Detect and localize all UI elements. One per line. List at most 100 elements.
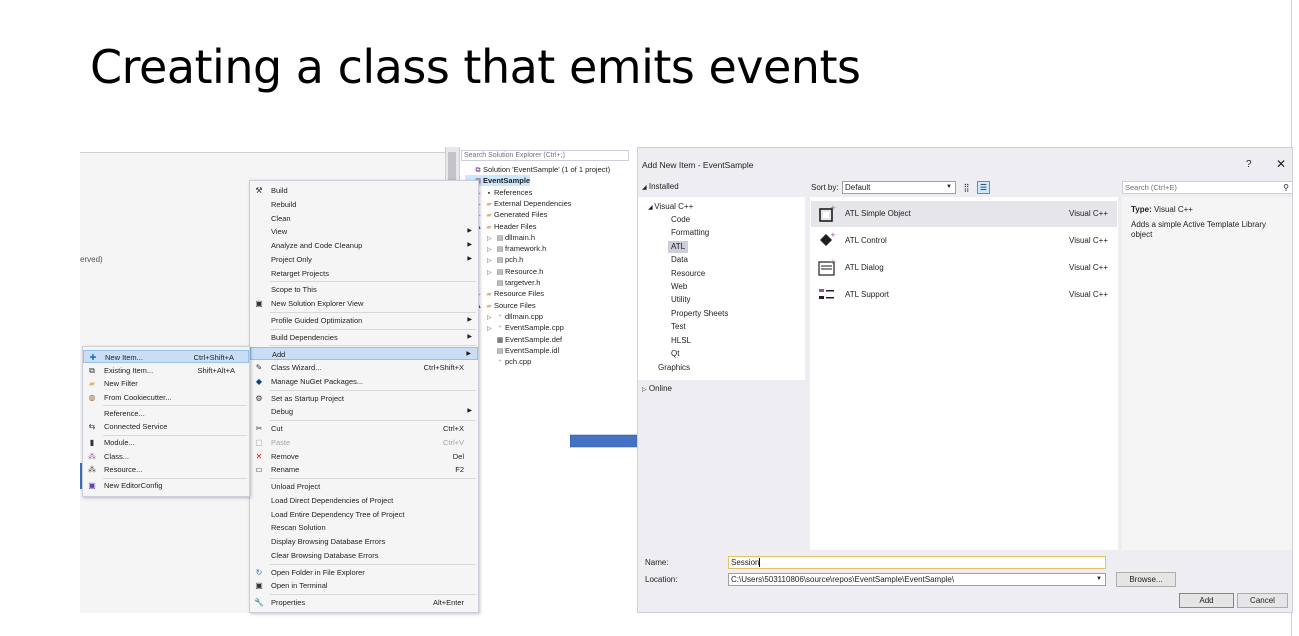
resource-icon: ⁂	[88, 465, 96, 475]
menu-item[interactable]: Profile Guided Optimization ▶	[250, 314, 478, 327]
menu-item[interactable]: 🔧 Properties Alt+Enter	[250, 596, 478, 609]
add-button[interactable]: Add	[1179, 593, 1234, 608]
collapse-icon: ◢	[642, 185, 647, 191]
tree-item[interactable]: ▲▰Source Files	[476, 300, 536, 311]
category-item[interactable]: Utility	[671, 294, 691, 306]
menu-item[interactable]: Project Only ▶	[250, 253, 478, 266]
menu-item[interactable]: ✕ Remove Del	[250, 450, 478, 463]
menu-item[interactable]: ⁂ Resource...	[83, 463, 249, 476]
tree-item[interactable]: ▷ ⁺ EventSample.cpp	[487, 322, 564, 333]
menu-item[interactable]: ✂ Cut Ctrl+X	[250, 422, 478, 435]
menu-item[interactable]: ▮ Module...	[83, 436, 249, 449]
tree-item[interactable]: ▷ ▤ pch.h	[487, 254, 523, 265]
module-icon: ▮	[89, 438, 95, 447]
tree-item[interactable]: ▷▰External Dependencies	[476, 198, 572, 209]
location-combobox[interactable]: C:\Users\503110806\source\repos\EventSam…	[728, 573, 1106, 586]
menu-item[interactable]: ⇆ Connected Service	[83, 420, 249, 433]
category-item[interactable]: Resource	[671, 268, 705, 280]
menu-item[interactable]: ▭ Rename F2	[250, 463, 478, 476]
category-item[interactable]: Graphics	[658, 362, 690, 374]
menu-item[interactable]: Rebuild	[250, 198, 478, 211]
tree-item[interactable]: ▷▰Resource Files	[476, 288, 544, 299]
category-item[interactable]: Property Sheets	[671, 308, 728, 320]
menu-item[interactable]: Rescan Solution	[250, 521, 478, 534]
tree-item[interactable]: ▷ ▤ framework.h	[487, 243, 546, 254]
menu-item[interactable]: Build Dependencies ▶	[250, 331, 478, 344]
category-item[interactable]: Formatting	[671, 227, 709, 239]
tree-item-label: dllmain.cpp	[505, 311, 543, 321]
name-input[interactable]: Session	[728, 556, 1106, 569]
template-item[interactable]: ++ ATL Simple Object Visual C++	[811, 201, 1117, 227]
vs-scrollbar-thumb[interactable]	[448, 152, 456, 182]
tree-item[interactable]: ▷ ▤ Resource.h	[487, 266, 543, 277]
tree-item[interactable]: ▷ ⁺ dllmain.cpp	[487, 311, 543, 322]
dialog-search-input[interactable]: Search (Ctrl+E) ⚲	[1122, 181, 1293, 194]
tree-item[interactable]: ▤ EventSample.idl	[487, 345, 560, 356]
category-item[interactable]: Code	[671, 214, 690, 226]
list-view-icon[interactable]: ☰	[977, 181, 990, 194]
category-item[interactable]: HLSL	[671, 335, 691, 347]
grid-view-icon[interactable]: ⣿	[960, 181, 973, 194]
tree-item[interactable]: ⧉ Solution 'EventSample' (1 of 1 project)	[465, 164, 611, 175]
template-item[interactable]: ATL Support Visual C++	[811, 282, 1117, 308]
menu-item[interactable]: Reference...	[83, 407, 249, 420]
menu-item[interactable]: ▣ Open in Terminal	[250, 579, 478, 592]
menu-item[interactable]: ⧉ Existing Item... Shift+Alt+A	[83, 364, 249, 377]
installed-label: Installed	[648, 182, 679, 191]
menu-item[interactable]: ◍ From Cookiecutter...	[83, 391, 249, 404]
chevron-right-icon: ▶	[467, 333, 472, 340]
menu-item[interactable]: Load Entire Dependency Tree of Project	[250, 508, 478, 521]
template-name: ATL Simple Object	[845, 209, 911, 218]
menu-item-label: Reference...	[104, 408, 145, 418]
menu-item[interactable]: Load Direct Dependencies of Project	[250, 494, 478, 507]
menu-item[interactable]: ↻ Open Folder in File Explorer	[250, 566, 478, 579]
category-root[interactable]: ◢ Visual C++	[648, 201, 693, 213]
menu-item[interactable]: Clear Browsing Database Errors	[250, 549, 478, 562]
category-item[interactable]: Data	[671, 254, 688, 266]
menu-item[interactable]: Scope to This	[250, 283, 478, 296]
menu-item[interactable]: Debug ▶	[250, 405, 478, 418]
tree-item[interactable]: ▤ targetver.h	[487, 277, 541, 288]
tree-item[interactable]: ▷▪References	[476, 187, 532, 198]
installed-header[interactable]: ◢ Installed	[642, 182, 679, 191]
menu-separator	[270, 311, 476, 313]
menu-item[interactable]: ◆ Manage NuGet Packages...	[250, 375, 478, 388]
menu-item[interactable]: ⁂ Class...	[83, 450, 249, 463]
online-header[interactable]: ▷ Online	[642, 384, 672, 393]
menu-item[interactable]: Retarget Projects	[250, 267, 478, 280]
menu-item[interactable]: Clean	[250, 212, 478, 225]
category-item[interactable]: Web	[671, 281, 687, 293]
folder-icon: ▰	[88, 379, 96, 389]
menu-item[interactable]: Add ▶	[250, 347, 478, 361]
tree-item[interactable]: ▲▰Header Files	[476, 221, 537, 232]
menu-item[interactable]: Unload Project	[250, 480, 478, 493]
menu-item-label: Existing Item...	[104, 365, 154, 375]
help-icon[interactable]: ?	[1246, 159, 1252, 170]
category-root-label: Visual C++	[654, 202, 694, 211]
menu-item[interactable]: Display Browsing Database Errors	[250, 535, 478, 548]
template-item[interactable]: ++ ATL Control Visual C++	[811, 228, 1117, 254]
menu-item[interactable]: ⚒ Build	[250, 184, 478, 197]
menu-item[interactable]: ✎ Class Wizard... Ctrl+Shift+X	[250, 361, 478, 374]
menu-item[interactable]: ✚ New Item... Ctrl+Shift+A	[83, 350, 249, 363]
template-item[interactable]: ++ ATL Dialog Visual C++	[811, 255, 1117, 281]
tree-item[interactable]: ▦ EventSample.def	[487, 334, 562, 345]
menu-item[interactable]: Analyze and Code Cleanup ▶	[250, 239, 478, 252]
browse-button[interactable]: Browse...	[1116, 572, 1176, 587]
close-icon[interactable]: ✕	[1276, 157, 1286, 171]
category-item[interactable]: Qt	[671, 348, 679, 360]
sort-by-select[interactable]: Default ▼	[842, 181, 956, 194]
solution-explorer-search[interactable]: Search Solution Explorer (Ctrl+;)	[461, 150, 629, 161]
menu-item[interactable]: ⚙ Set as Startup Project	[250, 392, 478, 405]
tree-item[interactable]: ⁺ pch.cpp	[487, 356, 531, 367]
tree-item[interactable]: ▷▰Generated Files	[476, 209, 547, 220]
tree-item[interactable]: ▷ ▤ dllmain.h	[487, 232, 535, 243]
menu-item[interactable]: ▢ Paste Ctrl+V	[250, 436, 478, 449]
cancel-button[interactable]: Cancel	[1237, 593, 1288, 608]
menu-item[interactable]: ▣ New Solution Explorer View	[250, 297, 478, 310]
category-item[interactable]: Test	[671, 321, 686, 333]
menu-item[interactable]: ▣ New EditorConfig	[83, 479, 249, 492]
menu-item[interactable]: ▰ New Filter	[83, 377, 249, 390]
category-item[interactable]: ATL	[668, 240, 689, 253]
menu-item[interactable]: View ▶	[250, 225, 478, 238]
